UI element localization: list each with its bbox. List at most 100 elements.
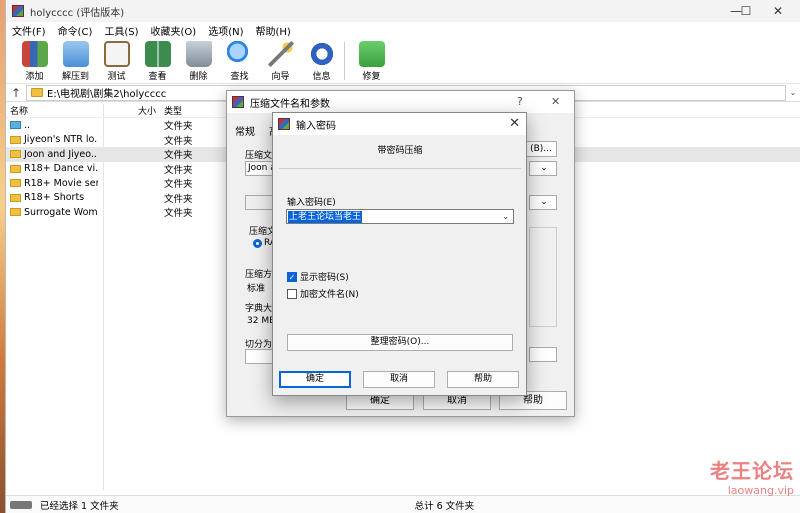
folder-icon: [10, 150, 21, 159]
test-label: 测试: [107, 72, 126, 82]
close-icon[interactable]: ✕: [509, 113, 520, 135]
parent-folder-icon: [10, 121, 21, 130]
menu-bar: 文件(F) 命令(C) 工具(S) 收藏夹(O) 选项(N) 帮助(H): [6, 22, 800, 38]
chevron-down-icon[interactable]: ⌄: [502, 212, 509, 221]
cancel-button[interactable]: 取消: [363, 371, 435, 388]
column-size-header[interactable]: 大小: [98, 104, 160, 117]
view-button[interactable]: 查看: [137, 38, 178, 82]
column-name-header[interactable]: 名称: [6, 104, 98, 117]
info-button[interactable]: 信息: [301, 38, 342, 82]
checkbox-empty-icon: [287, 288, 297, 299]
toolbar: 添加 解压到 测试 查看 删除 查找 向导 信息 修复: [6, 38, 800, 84]
repair-kit-icon: [358, 41, 385, 67]
delete-label: 删除: [189, 72, 208, 82]
encrypt-names-checkbox[interactable]: 加密文件名(N): [287, 287, 359, 300]
archive-name-label: 压缩文: [245, 151, 273, 161]
file-type: 文件夹: [164, 150, 193, 162]
close-icon[interactable]: ✕: [551, 91, 560, 113]
file-name: R18+ Dance vi...: [24, 163, 98, 175]
delete-button[interactable]: 删除: [178, 38, 219, 82]
file-name: ..: [24, 119, 31, 131]
show-password-checkbox[interactable]: ✓ 显示密码(S): [287, 270, 349, 283]
test-clipboard-icon: [103, 41, 130, 67]
file-name: Joon and Jiyeo...: [24, 148, 98, 160]
info-icon: [308, 41, 335, 67]
extract-folder-icon: [62, 41, 89, 67]
options-group: [529, 227, 557, 327]
password-input[interactable]: 上老王论坛当老王 ⌄: [286, 209, 514, 224]
folder-icon: [10, 164, 21, 173]
folder-icon: [10, 135, 21, 144]
file-type: 文件夹: [164, 179, 193, 191]
menu-file[interactable]: 文件(F): [12, 23, 46, 38]
extract-to-button[interactable]: 解压到: [55, 38, 96, 82]
method-value[interactable]: 标准: [247, 281, 265, 294]
folder-icon: [10, 208, 21, 217]
watermark: 老王论坛 laowang.vip: [710, 455, 794, 497]
chevron-down-icon[interactable]: ⌄: [529, 195, 557, 210]
folder-icon: [31, 88, 43, 97]
tab-general[interactable]: 常规: [235, 123, 255, 138]
dialog-title-bar: 压缩文件名和参数 ? ✕: [227, 91, 574, 113]
help-button[interactable]: 帮助: [447, 371, 519, 388]
menu-tools[interactable]: 工具(S): [104, 23, 138, 38]
wizard-button[interactable]: 向导: [260, 38, 301, 82]
checkmark-icon: ✓: [287, 271, 297, 282]
close-button[interactable]: ✕: [758, 0, 798, 22]
up-arrow-icon[interactable]: ↑: [6, 86, 26, 100]
file-type: 文件夹: [164, 208, 193, 220]
winrar-logo-icon: [232, 96, 244, 108]
browse-button[interactable]: (B)...: [525, 141, 557, 157]
status-right: 总计 6 文件夹: [414, 500, 475, 512]
delete-bin-icon: [185, 41, 212, 67]
menu-favorites[interactable]: 收藏夹(O): [151, 23, 197, 38]
repair-label: 修复: [362, 72, 381, 82]
title-bar: holycccc (评估版本) — ☐ ✕: [6, 0, 800, 22]
file-name: Surrogate Womb: [24, 206, 98, 218]
show-password-label: 显示密码(S): [300, 273, 349, 283]
find-label: 查找: [230, 72, 249, 82]
chevron-down-icon[interactable]: ⌄: [529, 161, 557, 176]
file-name: R18+ Movie ser...: [24, 177, 98, 189]
file-type: 文件夹: [164, 121, 193, 133]
group-title: 带密码压缩: [279, 141, 521, 169]
split-unit-field[interactable]: [529, 347, 557, 362]
method-label: 压缩方: [245, 270, 273, 280]
view-book-icon: [144, 41, 171, 67]
file-name: Jiyeon's NTR lo...: [24, 134, 98, 146]
dialog-title: 输入密码: [296, 120, 336, 132]
extract-to-label: 解压到: [61, 72, 89, 82]
view-label: 查看: [148, 72, 167, 82]
chevron-down-icon[interactable]: ⌄: [786, 88, 800, 97]
winrar-logo-icon: [278, 118, 290, 130]
column-type-header[interactable]: 类型: [160, 104, 220, 117]
info-label: 信息: [312, 72, 331, 82]
disk-icon: [10, 500, 32, 509]
status-bar: 已经选择 1 文件夹 总计 6 文件夹: [6, 495, 800, 513]
split-field[interactable]: [245, 349, 275, 364]
radio-selected-icon: [253, 238, 262, 248]
dialog-title: 压缩文件名和参数: [250, 98, 330, 110]
watermark-url: laowang.vip: [727, 484, 794, 497]
wizard-label: 向导: [271, 72, 290, 82]
find-button[interactable]: 查找: [219, 38, 260, 82]
password-dialog: 输入密码 ✕ 带密码压缩 输入密码(E) 上老王论坛当老王 ⌄ ✓ 显示密码(S…: [272, 112, 527, 396]
file-type: 文件夹: [164, 164, 193, 176]
add-button[interactable]: 添加: [14, 38, 55, 82]
find-magnifier-icon: [226, 41, 253, 67]
winrar-logo-icon: [12, 5, 24, 17]
status-left: 已经选择 1 文件夹: [40, 500, 119, 512]
add-books-icon: [21, 41, 48, 67]
password-value: 上老王论坛当老王: [288, 210, 363, 223]
add-label: 添加: [25, 72, 44, 82]
ok-button[interactable]: 确定: [279, 371, 351, 388]
toolbar-separator: [344, 42, 345, 80]
test-button[interactable]: 测试: [96, 38, 137, 82]
repair-button[interactable]: 修复: [351, 38, 392, 82]
help-icon[interactable]: ?: [517, 91, 523, 113]
window-title: holycccc (评估版本): [30, 7, 125, 19]
menu-help[interactable]: 帮助(H): [256, 23, 291, 38]
organize-passwords-button[interactable]: 整理密码(O)...: [287, 334, 513, 351]
menu-command[interactable]: 命令(C): [58, 23, 93, 38]
menu-options[interactable]: 选项(N): [208, 23, 243, 38]
